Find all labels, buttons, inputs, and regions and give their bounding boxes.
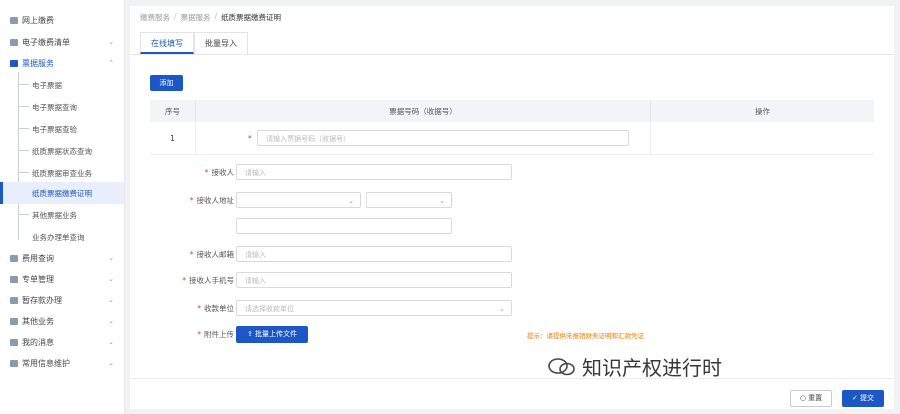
sidebar-subitem-other-invoice[interactable]: 其他票据业务 [0,204,124,226]
actions-cell [650,122,874,155]
sidebar: 网上缴费 电子缴费清单 ⌄ 票据服务 ⌃ 电子票据 电子票据查询 电子票据查验 … [0,0,125,414]
column-header-index: 序号 [150,100,196,122]
sidebar-subitem-e-invoice-verify[interactable]: 电子票据查验 [0,118,124,140]
sidebar-subitem-paper-review[interactable]: 纸质票据审查业务 [0,162,124,184]
form-row-phone: * 接收人手机号 请输入 [130,272,894,292]
wechat-logo-icon [548,357,575,375]
form-row-address-detail [130,218,894,238]
submit-button[interactable]: ✓ 提交 [842,390,884,407]
receiver-input[interactable]: 请输入 [236,164,512,180]
sidebar-item-fee-query[interactable]: 费用查询 ⌄ [0,247,124,269]
sidebar-item-invoice-service[interactable]: 票据服务 ⌃ [0,52,124,74]
sidebar-item-payment-list[interactable]: 电子缴费清单 ⌄ [0,31,124,53]
column-header-invoice-number: 票据号码（收据号） [195,100,651,122]
province-select[interactable]: ⌄ [236,192,361,208]
wallet-icon [10,296,18,304]
document-icon [10,275,18,283]
tab-batch-import[interactable]: 批量导入 [194,32,248,54]
tab-divider [130,54,894,55]
batch-upload-button[interactable]: ⇪ 批量上传文件 [236,326,308,343]
breadcrumb-item[interactable]: 缴费服务 [140,12,170,23]
address-detail-input[interactable] [236,218,452,234]
list-icon [10,38,18,46]
bank-icon [10,59,18,67]
form-row-payee: * 收款单位 请选择收款单位 ⌄ [130,300,894,320]
chevron-down-icon: ⌄ [108,338,114,346]
invoice-number-cell: * 请输入票据号码（收据号） [195,122,651,155]
sidebar-item-order-management[interactable]: 专单管理 ⌄ [0,268,124,290]
chevron-down-icon: ⌄ [108,317,114,325]
sidebar-item-info-maintenance[interactable]: 常用信息维护 ⌄ [0,352,124,374]
sidebar-item-messages[interactable]: 我的消息 ⌄ [0,331,124,353]
breadcrumb-item[interactable]: 票据服务 [181,12,211,23]
chevron-down-icon: ⌄ [108,254,114,262]
form-footer: ○ 重置 ✓ 提交 [130,378,894,409]
chevron-down-icon: ⌄ [499,305,505,313]
invoice-table: 序号 票据号码（收据号） 操作 1 * 请输入票据号码（收据号） [150,100,874,155]
sidebar-subitem-business-query[interactable]: 业务办理单查询 [0,226,124,248]
email-input[interactable]: 请输入 [236,246,512,262]
add-button[interactable]: 添加 [150,75,183,91]
search-icon [10,254,18,262]
bell-icon [10,338,18,346]
form-row-receiver: * 接收人 请输入 [130,164,894,184]
edit-icon [10,359,18,367]
form-row-email: * 接收人邮箱 请输入 [130,246,894,266]
form-row-attachment: * 附件上传 ⇪ 批量上传文件 提示：请提供未报销财务证明和汇款凭证 [130,326,894,346]
sidebar-subitem-e-invoice[interactable]: 电子票据 [0,74,124,96]
form-row-address: * 接收人地址 ⌄ ⌄ [130,192,894,212]
breadcrumb: 缴费服务 / 票据服务 / 纸质票据缴费证明 [140,12,282,23]
column-header-actions: 操作 [650,100,874,122]
chevron-down-icon: ⌄ [108,275,114,283]
refresh-icon: ○ [799,394,809,402]
sidebar-subitem-paper-status-query[interactable]: 纸质票据状态查询 [0,140,124,162]
tab-bar: 在线填写 批量导入 [140,32,248,54]
sidebar-item-deposit[interactable]: 暂存款办理 ⌄ [0,289,124,311]
watermark: 知识产权进行时 [548,352,722,381]
chevron-down-icon: ⌄ [108,38,114,46]
chevron-down-icon: ⌄ [108,296,114,304]
chevron-up-icon: ⌃ [108,59,114,67]
upload-icon: ⇪ [246,330,256,338]
upload-tip: 提示：请提供未报销财务证明和汇款凭证 [527,332,644,340]
sidebar-subitem-e-invoice-query[interactable]: 电子票据查询 [0,96,124,118]
sidebar-subitem-payment-proof[interactable]: 纸质票据缴费证明 [0,182,124,204]
invoice-number-input[interactable]: 请输入票据号码（收据号） [257,130,630,146]
city-select[interactable]: ⌄ [366,192,452,208]
check-icon: ✓ [851,394,861,402]
home-icon [10,16,18,24]
chevron-down-icon: ⌄ [108,359,114,367]
chevron-down-icon: ⌄ [439,197,445,205]
breadcrumb-current: 纸质票据缴费证明 [221,13,282,22]
chevron-down-icon: ⌄ [348,197,354,205]
payee-unit-select[interactable]: 请选择收款单位 ⌄ [236,300,512,316]
required-mark: * [248,134,252,143]
briefcase-icon [10,317,18,325]
sidebar-item-other-business[interactable]: 其他业务 ⌄ [0,310,124,332]
phone-input[interactable]: 请输入 [236,272,512,288]
row-index: 1 [150,122,196,155]
main-panel: 缴费服务 / 票据服务 / 纸质票据缴费证明 在线填写 批量导入 添加 序号 票… [130,6,894,409]
sidebar-item-online-payment[interactable]: 网上缴费 [0,9,124,31]
tab-online-fill[interactable]: 在线填写 [140,32,194,54]
table-row: 1 * 请输入票据号码（收据号） [150,122,874,155]
reset-button[interactable]: ○ 重置 [790,390,832,407]
